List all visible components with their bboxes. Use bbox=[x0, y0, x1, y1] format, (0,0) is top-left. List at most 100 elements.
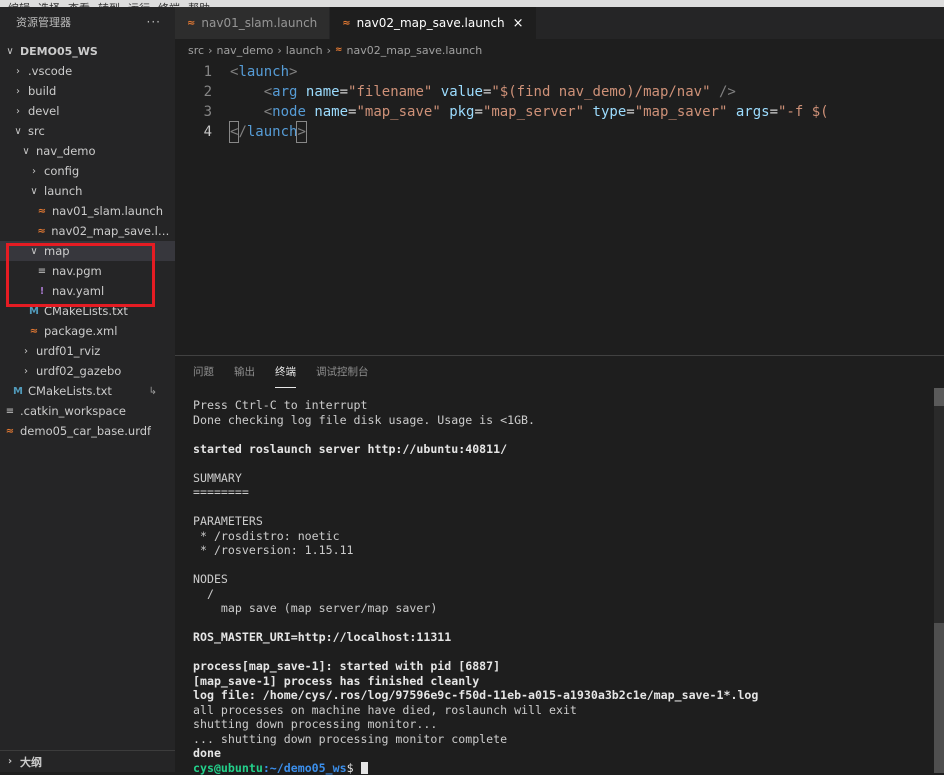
code-token bbox=[230, 102, 264, 122]
terminal-line: PARAMETERS bbox=[193, 514, 933, 529]
tree-item-label: .vscode bbox=[28, 64, 72, 78]
terminal-line: started roslaunch server http://ubuntu:4… bbox=[193, 442, 933, 457]
terminal-line: SUMMARY bbox=[193, 471, 933, 486]
tree-item-label: config bbox=[44, 164, 79, 178]
code-token bbox=[306, 102, 314, 122]
chevron-right-icon: › bbox=[12, 86, 24, 97]
terminal-line: * /rosdistro: noetic bbox=[193, 529, 933, 544]
code-token: < bbox=[264, 82, 272, 102]
tree-item-label: devel bbox=[28, 104, 59, 118]
terminal-line bbox=[193, 558, 933, 573]
cmake-icon: M bbox=[28, 306, 40, 317]
code-token: > bbox=[297, 122, 305, 142]
panel-tabs: 问题输出终端调试控制台 bbox=[193, 364, 389, 388]
more-actions-icon[interactable]: ··· bbox=[147, 15, 161, 29]
chevron-right-icon: › bbox=[12, 106, 24, 117]
terminal-line: / bbox=[193, 587, 933, 602]
tree-item[interactable]: ≈demo05_car_base.urdf bbox=[0, 421, 175, 441]
chevron-right-icon: › bbox=[28, 166, 40, 177]
chevron-right-icon: › bbox=[4, 756, 16, 767]
tree-item-label: build bbox=[28, 84, 56, 98]
tree-item-label: nav_demo bbox=[36, 144, 96, 158]
tree-item[interactable]: ›urdf02_gazebo bbox=[0, 361, 175, 381]
close-icon[interactable]: × bbox=[513, 16, 524, 31]
terminal-line: ... shutting down processing monitor com… bbox=[193, 732, 933, 747]
tree-item[interactable]: › devel bbox=[0, 101, 175, 121]
terminal-line: done bbox=[193, 746, 933, 761]
tree-item[interactable]: ≈package.xml bbox=[0, 321, 175, 341]
panel-tab[interactable]: 输出 bbox=[234, 364, 255, 388]
code-token: value bbox=[441, 82, 483, 102]
code-token: = bbox=[348, 102, 356, 122]
code-token: < bbox=[230, 122, 238, 142]
code-line: 1<launch> bbox=[175, 62, 944, 82]
ros-launch-icon: ≈ bbox=[335, 45, 343, 55]
chevron-right-icon: › bbox=[12, 66, 24, 77]
code-token: > bbox=[289, 62, 297, 82]
terminal-line bbox=[193, 645, 933, 660]
tree-item[interactable]: ∨launch bbox=[0, 181, 175, 201]
editor-tab[interactable]: ≈nav01_slam.launch bbox=[175, 7, 330, 39]
breadcrumb: src›nav_demo›launch›≈nav02_map_save.laun… bbox=[188, 42, 482, 58]
breadcrumb-item[interactable]: launch bbox=[286, 44, 323, 57]
terminal-output[interactable]: Press Ctrl-C to interruptDone checking l… bbox=[193, 398, 933, 775]
code-line: 2 <arg name="filename" value="$(find nav… bbox=[175, 82, 944, 102]
outline-label: 大纲 bbox=[20, 754, 42, 770]
terminal-line bbox=[193, 500, 933, 515]
tree-item[interactable]: ∨ nav_demo bbox=[0, 141, 175, 161]
code-token bbox=[432, 82, 440, 102]
code-token: launch bbox=[238, 62, 289, 82]
terminal-scrollbar-thumb[interactable] bbox=[934, 623, 944, 773]
prompt-path: :~/demo05_ws bbox=[263, 761, 347, 775]
tree-item-label: .catkin_workspace bbox=[20, 404, 126, 418]
code-token: "-f $( bbox=[778, 102, 829, 122]
explorer-header: 资源管理器 ··· bbox=[0, 7, 175, 37]
tree-item[interactable]: › build bbox=[0, 81, 175, 101]
terminal-line: ROS_MASTER_URI=http://localhost:11311 bbox=[193, 630, 933, 645]
ros-launch-icon: ≈ bbox=[187, 18, 195, 29]
tree-item[interactable]: ≈nav01_slam.launch bbox=[0, 201, 175, 221]
code-token: < bbox=[264, 102, 272, 122]
tree-item[interactable]: ∨DEMO05_WS bbox=[0, 41, 175, 61]
terminal-line: log file: /home/cys/.ros/log/97596e9c-f5… bbox=[193, 688, 933, 703]
panel-tab[interactable]: 调试控制台 bbox=[316, 364, 369, 388]
code-token: "filename" bbox=[348, 82, 432, 102]
outline-section[interactable]: › 大纲 bbox=[0, 750, 175, 772]
tree-item[interactable]: › config bbox=[0, 161, 175, 181]
chevron-down-icon: ∨ bbox=[28, 186, 40, 197]
tree-item[interactable]: ≡.catkin_workspace bbox=[0, 401, 175, 421]
ros-launch-icon: ≈ bbox=[36, 206, 48, 217]
code-token: launch bbox=[247, 122, 298, 142]
panel-tab[interactable]: 终端 bbox=[275, 364, 296, 388]
tree-item[interactable]: ≈nav02_map_save.lau... bbox=[0, 221, 175, 241]
breadcrumb-item[interactable]: nav_demo bbox=[216, 44, 273, 57]
terminal-line bbox=[193, 427, 933, 442]
code-token: "map_saver" bbox=[635, 102, 728, 122]
tree-item-label: demo05_car_base.urdf bbox=[20, 424, 151, 438]
tree-item[interactable]: MCMakeLists.txt↳ bbox=[0, 381, 175, 401]
tree-item[interactable]: › .vscode bbox=[0, 61, 175, 81]
code-token: = bbox=[483, 82, 491, 102]
code-token: = bbox=[475, 102, 483, 122]
tree-item[interactable]: ›urdf01_rviz bbox=[0, 341, 175, 361]
code-editor[interactable]: 1<launch>2 <arg name="filename" value="$… bbox=[175, 62, 944, 142]
tree-item-label: nav02_map_save.lau... bbox=[51, 224, 175, 238]
code-token: < bbox=[230, 62, 238, 82]
terminal-line: Press Ctrl-C to interrupt bbox=[193, 398, 933, 413]
editor-tab[interactable]: ≈nav02_map_save.launch× bbox=[330, 7, 536, 39]
breadcrumb-item[interactable]: src bbox=[188, 44, 204, 57]
line-number: 4 bbox=[175, 122, 230, 142]
ros-launch-icon: ≈ bbox=[28, 326, 40, 337]
chevron-down-icon: ∨ bbox=[20, 146, 32, 157]
terminal-prompt[interactable]: cys@ubuntu:~/demo05_ws$ bbox=[193, 761, 933, 775]
terminal-line: [map_save-1] process has finished cleanl… bbox=[193, 674, 933, 689]
terminal-line: process[map_save-1]: started with pid [6… bbox=[193, 659, 933, 674]
code-token: "map_server" bbox=[483, 102, 584, 122]
breadcrumb-item[interactable]: nav02_map_save.launch bbox=[347, 44, 483, 57]
panel-tab[interactable]: 问题 bbox=[193, 364, 214, 388]
file-tree: ∨DEMO05_WS › .vscode › build › devel ∨src ∨ nav_d… bbox=[0, 41, 175, 441]
git-status-icon: ↳ bbox=[149, 386, 157, 397]
highlight-annotation-box bbox=[6, 243, 155, 307]
tree-item[interactable]: ∨src bbox=[0, 121, 175, 141]
code-token: = bbox=[340, 82, 348, 102]
